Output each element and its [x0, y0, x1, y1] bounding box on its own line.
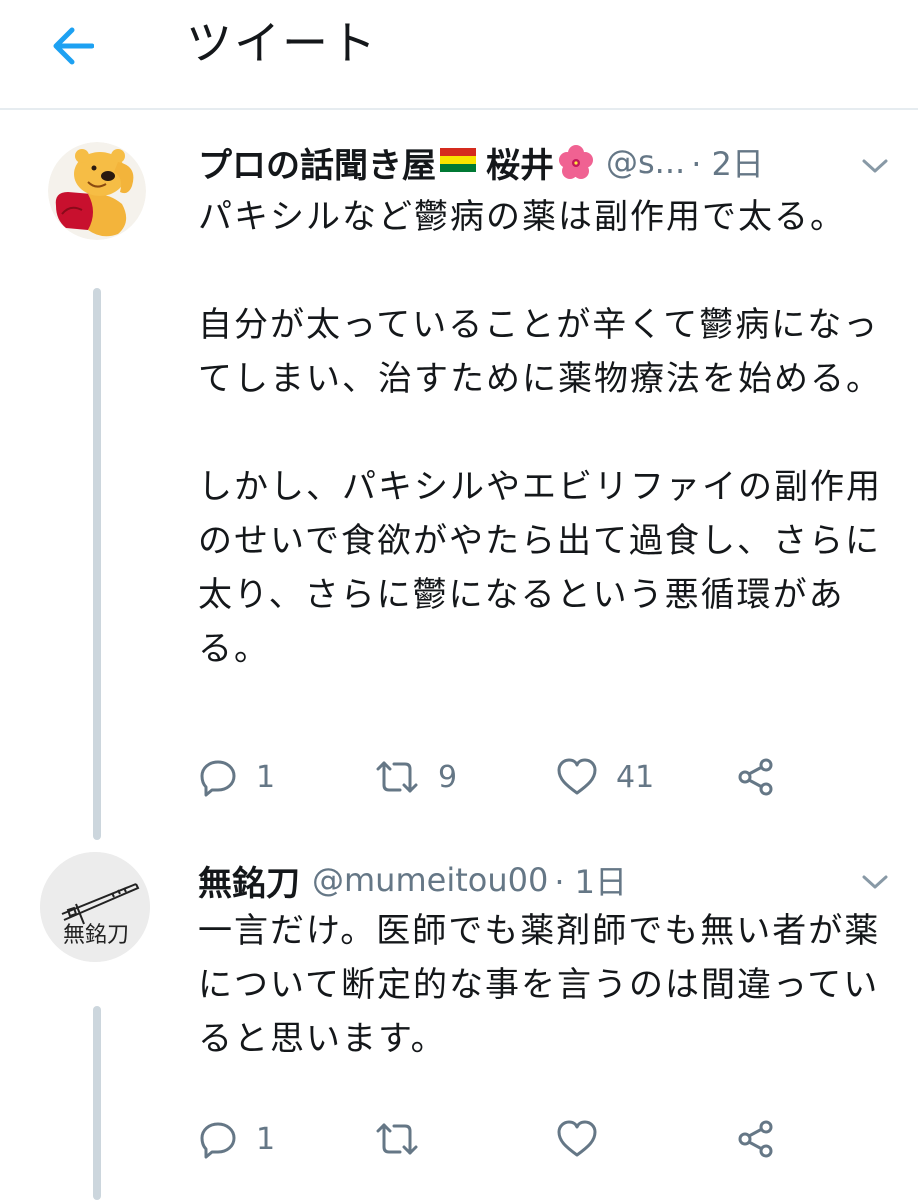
- retweet-icon: [376, 761, 418, 793]
- tweet-timestamp[interactable]: · 2日: [691, 139, 764, 185]
- hibiscus-icon: [559, 145, 593, 179]
- chevron-down-icon: [862, 875, 888, 889]
- back-arrow-icon: [53, 27, 94, 65]
- tweet-header: プロの話聞き屋 桜井 @s... · 2日: [198, 134, 764, 190]
- heart-icon: [557, 1120, 597, 1157]
- avatar[interactable]: 無銘刀: [40, 852, 150, 962]
- display-name-suffix[interactable]: 桜井: [486, 138, 554, 187]
- heart-icon: [557, 758, 597, 795]
- retweet-count: 9: [438, 759, 458, 795]
- tweet-actions: 1 9 41: [198, 752, 898, 802]
- retweet-icon: [376, 1123, 418, 1155]
- reply-count: 1: [256, 1121, 276, 1157]
- reply-icon: [200, 760, 236, 797]
- like-count: 41: [616, 759, 655, 795]
- more-options-button[interactable]: [855, 862, 895, 902]
- retweet-button[interactable]: [374, 1114, 420, 1164]
- display-name[interactable]: プロの話聞き屋: [198, 138, 436, 187]
- reply-button[interactable]: 1: [198, 1114, 275, 1164]
- user-handle[interactable]: @mumeitou00: [312, 861, 548, 899]
- avatar-caption: 無銘刀: [63, 923, 129, 948]
- tweet-body: 一言だけ。医師でも薬剤師でも無い者が薬について断定的な事を言うのは間違っていると…: [198, 911, 881, 1059]
- thread-line: [93, 1006, 101, 1200]
- thread-line: [93, 288, 101, 840]
- avatar[interactable]: [48, 142, 146, 240]
- page-title: ツイート: [186, 16, 378, 70]
- like-button[interactable]: 41: [556, 752, 654, 802]
- reply-button[interactable]: 1: [198, 752, 275, 802]
- share-button[interactable]: [736, 752, 776, 802]
- share-button[interactable]: [736, 1114, 776, 1164]
- reply-count: 1: [256, 759, 276, 795]
- more-options-button[interactable]: [855, 146, 895, 186]
- sword-avatar: 無銘刀: [40, 852, 150, 962]
- share-icon: [738, 1120, 773, 1158]
- share-icon: [738, 758, 773, 796]
- like-button[interactable]: [556, 1114, 598, 1164]
- display-name[interactable]: 無銘刀: [198, 856, 300, 905]
- tweet-timestamp[interactable]: · 1日: [554, 857, 627, 903]
- tweet-body: パキシルなど鬱病の薬は副作用で太る。 自分が太っていることが辛くて鬱病になってし…: [198, 197, 882, 669]
- back-button[interactable]: [40, 18, 104, 74]
- tweet-header: 無銘刀 @mumeitou00 · 1日: [198, 852, 627, 908]
- top-bar: ツイート: [0, 0, 918, 110]
- winnie-the-pooh-avatar: [48, 142, 146, 240]
- bolivia-flag-icon: [440, 148, 476, 172]
- tweet-actions: 1: [198, 1114, 898, 1164]
- chevron-down-icon: [862, 159, 888, 173]
- retweet-button[interactable]: 9: [374, 752, 457, 802]
- user-handle[interactable]: @s...: [606, 143, 685, 181]
- reply-icon: [200, 1122, 236, 1159]
